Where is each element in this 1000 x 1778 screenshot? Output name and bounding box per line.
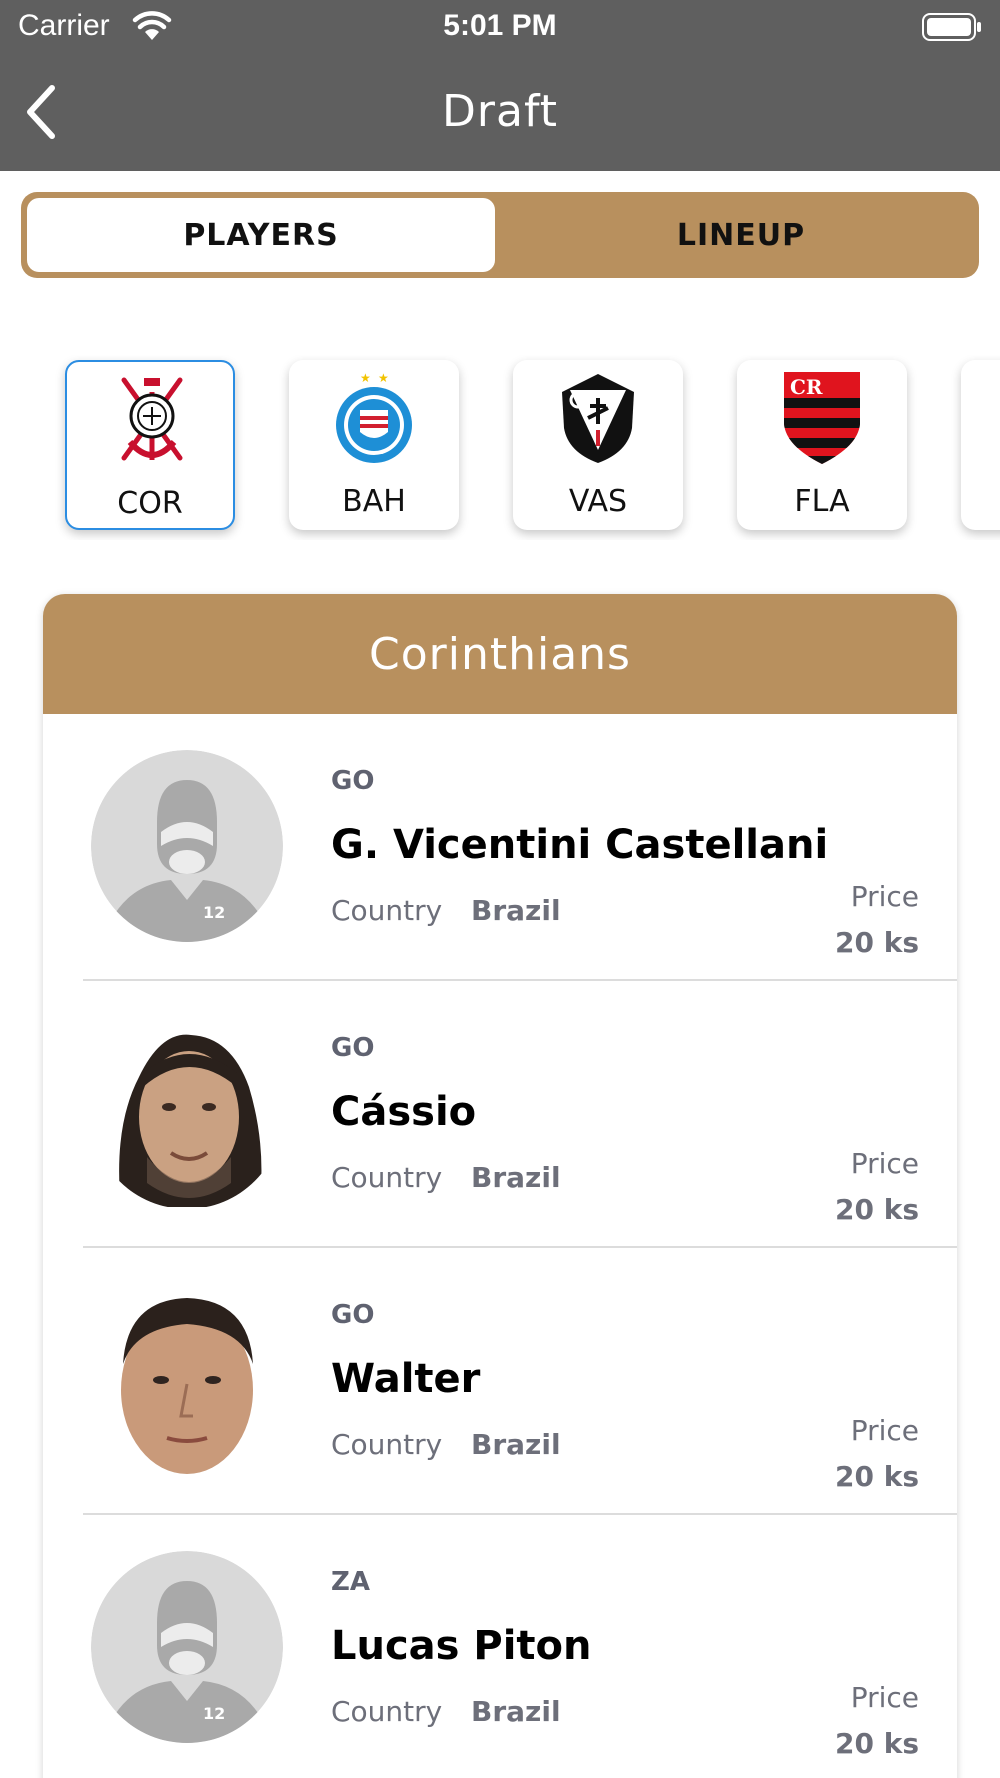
player-position: ZA bbox=[331, 1567, 370, 1597]
country-label: Country bbox=[331, 1695, 443, 1728]
price-label: Price bbox=[850, 1681, 919, 1714]
country-label: Country bbox=[331, 894, 443, 927]
svg-text:12: 12 bbox=[203, 903, 225, 922]
team-card-bah[interactable]: ★ ★ BAH bbox=[289, 360, 459, 530]
tab-lineup[interactable]: LINEUP bbox=[509, 198, 973, 272]
player-name: Cássio bbox=[331, 1089, 477, 1135]
player-price: 20 ks bbox=[835, 1727, 919, 1760]
page-title: Draft bbox=[442, 86, 558, 137]
player-price: 20 ks bbox=[835, 1460, 919, 1493]
team-card-partial[interactable] bbox=[961, 360, 1000, 530]
player-name: G. Vicentini Castellani bbox=[331, 822, 829, 868]
team-code: COR bbox=[117, 486, 183, 521]
svg-text:★: ★ bbox=[360, 371, 371, 385]
team-card-fla[interactable]: CR FLA bbox=[737, 360, 907, 530]
player-country: Brazil bbox=[471, 1161, 561, 1194]
vasco-crest-icon bbox=[562, 374, 634, 463]
clock: 5:01 PM bbox=[443, 9, 557, 42]
team-name-header: Corinthians bbox=[43, 594, 957, 714]
placeholder-avatar-icon: 12 bbox=[91, 1551, 283, 1743]
svg-text:CR: CR bbox=[790, 375, 823, 399]
price-label: Price bbox=[850, 1414, 919, 1447]
player-country: Brazil bbox=[471, 1428, 561, 1461]
price-label: Price bbox=[850, 880, 919, 913]
player-row[interactable]: GO Cássio Country Brazil Price 20 ks bbox=[83, 981, 957, 1248]
navigation-bar: Draft bbox=[0, 54, 1000, 171]
segmented-control: PLAYERS LINEUP bbox=[21, 192, 979, 278]
svg-text:★: ★ bbox=[378, 371, 389, 385]
player-row[interactable]: 12 ZA Lucas Piton Country Brazil Price 2… bbox=[83, 1515, 957, 1778]
team-code: FLA bbox=[794, 484, 850, 519]
team-selector: COR ★ ★ BAH VAS CR FLA bbox=[0, 355, 1000, 540]
battery-icon bbox=[922, 13, 981, 41]
country-label: Country bbox=[331, 1428, 443, 1461]
team-roster-panel: Corinthians 12 GO G. Vicentini Castellan… bbox=[43, 594, 957, 1778]
player-position: GO bbox=[331, 1033, 375, 1063]
tab-players[interactable]: PLAYERS bbox=[27, 198, 495, 272]
country-label: Country bbox=[331, 1161, 443, 1194]
corinthians-crest-icon bbox=[121, 377, 183, 461]
player-position: GO bbox=[331, 1300, 375, 1330]
team-code: VAS bbox=[568, 484, 628, 519]
player-price: 20 ks bbox=[835, 926, 919, 959]
status-bar: Carrier 5:01 PM bbox=[0, 0, 1000, 54]
player-photo-icon bbox=[91, 1284, 283, 1476]
player-country: Brazil bbox=[471, 1695, 561, 1728]
player-photo-icon bbox=[91, 1017, 283, 1209]
player-country: Brazil bbox=[471, 894, 561, 927]
svg-text:12: 12 bbox=[203, 1704, 225, 1723]
player-name: Lucas Piton bbox=[331, 1623, 592, 1669]
team-card-vas[interactable]: VAS bbox=[513, 360, 683, 530]
player-row[interactable]: 12 GO G. Vicentini Castellani Country Br… bbox=[83, 714, 957, 981]
player-row[interactable]: GO Walter Country Brazil Price 20 ks bbox=[83, 1248, 957, 1515]
team-card-cor[interactable]: COR bbox=[65, 360, 235, 530]
team-code: BAH bbox=[342, 484, 406, 519]
price-label: Price bbox=[850, 1147, 919, 1180]
flamengo-crest-icon: CR bbox=[784, 372, 860, 464]
player-name: Walter bbox=[331, 1356, 481, 1402]
bahia-crest-icon: ★ ★ bbox=[336, 371, 412, 463]
placeholder-avatar-icon: 12 bbox=[91, 750, 283, 942]
player-position: GO bbox=[331, 766, 375, 796]
player-price: 20 ks bbox=[835, 1193, 919, 1226]
